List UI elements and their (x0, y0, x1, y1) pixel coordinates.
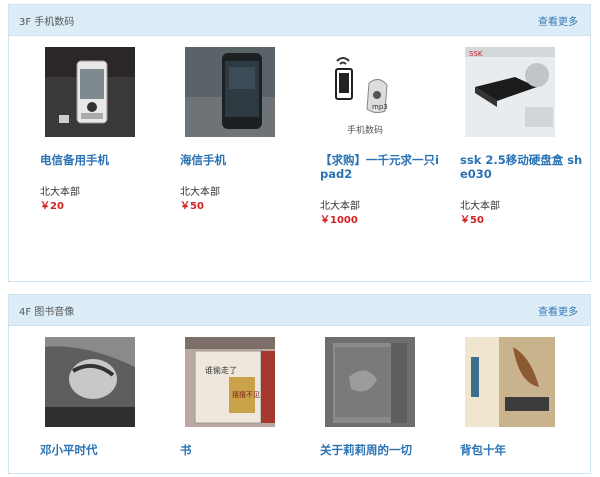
product-image[interactable] (325, 337, 415, 427)
product-item[interactable]: 电信备用手机 北大本部 ￥20 (40, 47, 180, 267)
product-title[interactable]: 关于莉莉周的一切 (320, 443, 445, 457)
product-location: 北大本部 (320, 201, 360, 212)
product-image[interactable] (465, 337, 555, 427)
product-title[interactable]: ssk 2.5移动硬盘盒 she030 (460, 153, 585, 181)
product-title[interactable]: 电信备用手机 (40, 153, 165, 167)
product-location: 北大本部 (460, 201, 500, 212)
product-image[interactable]: mp3 手机数码 (325, 47, 415, 137)
floor-header: 3F 手机数码 查看更多 (9, 5, 590, 36)
product-price: ￥1000 (320, 215, 358, 226)
floor-3f: 3F 手机数码 查看更多 电信备用手机 北大本部 ￥20 海信手机 北大本部 ￥… (8, 4, 591, 282)
product-title[interactable]: 书 (180, 443, 305, 457)
product-item[interactable]: 海信手机 北大本部 ￥50 (180, 47, 320, 267)
brand-text: SSK (469, 50, 483, 58)
svg-text:mp3: mp3 (372, 103, 388, 111)
book-cover-text: 猜猜不见 (232, 390, 260, 399)
product-price: ￥50 (460, 215, 484, 226)
book-cover-text: 谁偷走了 (205, 365, 237, 375)
image-caption: 手机数码 (347, 124, 383, 136)
product-title[interactable]: 【求购】一千元求一只ipad2 (320, 153, 445, 181)
floor-title: 4F 图书音像 (19, 307, 75, 318)
product-image[interactable] (45, 47, 135, 137)
product-item[interactable]: mp3 手机数码 【求购】一千元求一只ipad2 北大本部 ￥1000 (320, 47, 460, 267)
product-image[interactable] (185, 47, 275, 137)
product-item[interactable]: SSK ssk 2.5移动硬盘盒 she030 北大本部 ￥50 (460, 47, 600, 267)
product-title[interactable]: 邓小平时代 (40, 443, 165, 457)
product-location: 北大本部 (40, 187, 80, 198)
product-item[interactable]: 邓小平时代 (40, 337, 180, 477)
view-more-link[interactable]: 查看更多 (538, 13, 578, 28)
product-item[interactable]: 关于莉莉周的一切 (320, 337, 460, 477)
floor-header: 4F 图书音像 查看更多 (9, 295, 590, 326)
product-location: 北大本部 (180, 187, 220, 198)
product-image[interactable]: 谁偷走了 猜猜不见 (185, 337, 275, 427)
product-price: ￥50 (180, 201, 204, 212)
product-image[interactable] (45, 337, 135, 427)
view-more-link[interactable]: 查看更多 (538, 303, 578, 318)
floor-title: 3F 手机数码 (19, 17, 75, 28)
product-price: ￥20 (40, 201, 64, 212)
product-item[interactable]: 谁偷走了 猜猜不见 书 (180, 337, 320, 477)
product-image[interactable]: SSK (465, 47, 555, 137)
product-title[interactable]: 背包十年 (460, 443, 585, 457)
product-title[interactable]: 海信手机 (180, 153, 305, 167)
product-item[interactable]: 背包十年 (460, 337, 600, 477)
floor-4f: 4F 图书音像 查看更多 邓小平时代 谁偷走了 猜猜不见 书 关于莉莉周的一切 … (8, 294, 591, 474)
